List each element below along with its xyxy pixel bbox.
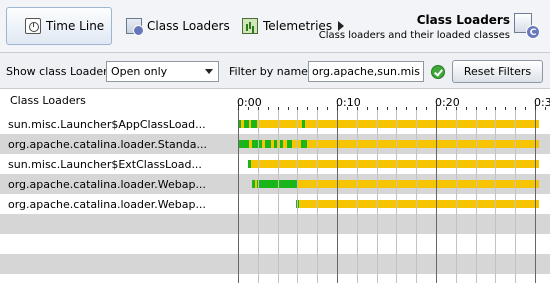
- timeline-button[interactable]: Time Line: [6, 7, 112, 45]
- time-tick: [297, 107, 299, 110]
- classloader-name: org.apache.catalina.loader.Standa...: [8, 138, 207, 151]
- time-tick: [505, 107, 507, 110]
- time-tick: [317, 107, 319, 110]
- time-tick: [475, 107, 477, 110]
- time-tick: [426, 107, 428, 110]
- minor-gridline: [317, 109, 319, 283]
- time-tick: [416, 107, 418, 110]
- time-tick: [376, 107, 378, 110]
- reset-filters-button[interactable]: Reset Filters: [452, 60, 543, 83]
- filter-by-name-input[interactable]: org.apache,sun.mis: [308, 61, 424, 82]
- show-classloaders-select[interactable]: Open only: [106, 61, 219, 82]
- classloaders-button[interactable]: Class Loaders: [126, 7, 230, 45]
- minor-gridline: [356, 109, 358, 283]
- view-toolbar: Time Line Class Loaders Telemetries Clas…: [0, 0, 550, 53]
- time-tick-label: 0:10: [336, 96, 361, 109]
- time-tick-label: 0:20: [435, 96, 460, 109]
- classloaders-table: sun.misc.Launcher$AppClassLoad... org.apa…: [0, 89, 550, 283]
- minor-gridline: [475, 109, 477, 283]
- minor-gridline: [277, 109, 279, 283]
- minor-gridline: [455, 109, 457, 283]
- classloaders-icon: [126, 18, 144, 36]
- minor-gridline: [515, 109, 517, 283]
- show-classloaders-label: Show class Loaders:: [6, 65, 118, 78]
- show-classloaders-value: Open only: [111, 65, 168, 78]
- classloader-name: sun.misc.Launcher$ExtClassLoad...: [8, 158, 202, 171]
- time-tick: [267, 107, 269, 110]
- filter-by-name-label: Filter by name:: [229, 65, 312, 78]
- major-gridline: [238, 109, 239, 283]
- minor-gridline: [495, 109, 497, 283]
- classloader-name: sun.misc.Launcher$AppClassLoad...: [8, 118, 206, 131]
- classloaders-view-icon: C: [514, 13, 540, 39]
- time-tick: [327, 107, 329, 110]
- time-tick: [485, 107, 487, 110]
- time-tick: [515, 107, 517, 110]
- minor-gridline: [257, 109, 259, 283]
- filter-bar: Show class Loaders: Open only Filter by …: [0, 53, 550, 89]
- ok-check-icon: [431, 65, 445, 79]
- major-gridline: [337, 109, 338, 283]
- telemetries-icon: [242, 18, 258, 34]
- minor-gridline: [396, 109, 398, 283]
- chevron-down-icon: [205, 69, 213, 74]
- timeline-header: 0:00 0:10 0:20 0:30: [237, 89, 550, 283]
- timeline-clock-icon: [25, 18, 41, 34]
- time-tick: [287, 107, 289, 110]
- classloaders-column-header[interactable]: Class Loaders: [10, 94, 86, 107]
- time-tick: [406, 107, 408, 110]
- minor-gridline: [376, 109, 378, 283]
- view-header: Class Loaders Class loaders and their lo…: [319, 13, 510, 41]
- classloaders-button-label: Class Loaders: [147, 19, 230, 33]
- time-tick: [386, 107, 388, 110]
- major-gridline: [436, 109, 437, 283]
- major-gridline: [535, 109, 536, 283]
- time-tick: [366, 107, 368, 110]
- classloader-name: org.apache.catalina.loader.Webap...: [8, 178, 206, 191]
- time-tick-label: 0:30: [534, 96, 550, 109]
- time-tick: [277, 107, 279, 110]
- view-subtitle: Class loaders and their loaded classes: [318, 30, 510, 41]
- classloader-name: org.apache.catalina.loader.Webap...: [8, 198, 206, 211]
- time-tick: [525, 107, 527, 110]
- minor-gridline: [416, 109, 418, 283]
- minor-gridline: [297, 109, 299, 283]
- time-tick-label: 0:00: [237, 96, 262, 109]
- timeline-button-label: Time Line: [46, 19, 105, 33]
- time-tick: [495, 107, 497, 110]
- view-title: Class Loaders: [416, 13, 510, 27]
- time-tick: [465, 107, 467, 110]
- time-tick: [307, 107, 309, 110]
- time-tick: [396, 107, 398, 110]
